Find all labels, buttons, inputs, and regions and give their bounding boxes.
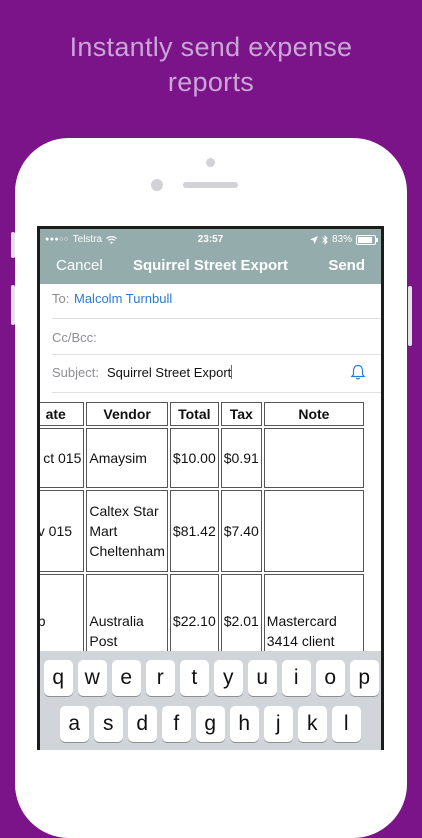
keyboard-row-2: a s d f g h j k l — [60, 706, 361, 742]
key-g[interactable]: g — [196, 706, 225, 742]
cc-bcc-label: Cc/Bcc: — [52, 330, 97, 345]
header-tax: Tax — [220, 402, 262, 426]
battery-icon — [356, 234, 378, 245]
phone-power-button — [408, 286, 412, 346]
location-arrow-icon — [309, 235, 318, 244]
cell-tax: $0.91 — [220, 428, 262, 488]
key-w[interactable]: w — [78, 660, 107, 696]
cell-vendor: Caltex Star Mart Cheltenham — [86, 490, 168, 572]
header-vendor: Vendor — [86, 402, 168, 426]
cell-note — [263, 490, 364, 572]
table-header-row: ate Vendor Total Tax Note — [40, 402, 364, 426]
cell-vendor: Australia Post — [86, 574, 168, 660]
to-field[interactable]: To: Malcolm Turnbull — [52, 284, 381, 319]
keyboard: q w e r t y u i o p a s d f g h j k l — [40, 651, 381, 750]
front-camera — [151, 179, 163, 191]
phone-screen: ●●●○○ Telstra 23:57 83% Cancel Squirrel … — [37, 226, 384, 750]
headline: Instantly send expense reports — [0, 30, 422, 100]
table-row: ov 015 Caltex Star Mart Cheltenham $81.4… — [40, 490, 364, 572]
subject-label: Subject: — [52, 365, 99, 380]
key-y[interactable]: y — [214, 660, 243, 696]
key-p[interactable]: p — [350, 660, 379, 696]
header-total: Total — [169, 402, 219, 426]
phone-earpiece — [183, 182, 238, 188]
key-o[interactable]: o — [316, 660, 345, 696]
key-a[interactable]: a — [60, 706, 89, 742]
key-e[interactable]: e — [112, 660, 141, 696]
subject-text: Squirrel Street Export — [107, 365, 232, 380]
cc-bcc-field[interactable]: Cc/Bcc: — [52, 318, 381, 355]
navbar: ●●●○○ Telstra 23:57 83% Cancel Squirrel … — [40, 229, 381, 284]
mail-compose-screen: ●●●○○ Telstra 23:57 83% Cancel Squirrel … — [40, 229, 381, 750]
headline-line-2: reports — [167, 67, 255, 97]
key-q[interactable]: q — [44, 660, 73, 696]
key-s[interactable]: s — [94, 706, 123, 742]
headline-line-1: Instantly send expense — [69, 32, 353, 62]
cell-date: eb — [40, 574, 85, 660]
cell-total: $22.10 — [169, 574, 219, 660]
battery-percent: 83% — [331, 234, 352, 245]
table-row: eb Australia Post $22.10 $2.01 Mastercar… — [40, 574, 364, 660]
cell-tax: $2.01 — [220, 574, 262, 660]
text-cursor — [231, 365, 233, 379]
bluetooth-icon — [322, 234, 328, 245]
to-label: To: — [52, 291, 70, 306]
key-j[interactable]: j — [264, 706, 293, 742]
phone-sensor — [206, 158, 215, 167]
subject-input[interactable]: Squirrel Street Export — [107, 365, 233, 380]
key-k[interactable]: k — [298, 706, 327, 742]
cell-total: $10.00 — [169, 428, 219, 488]
cell-total: $81.42 — [169, 490, 219, 572]
cell-vendor: Amaysim — [86, 428, 168, 488]
cell-note: Mastercard 3414 client ABC- paid by — [263, 574, 364, 660]
key-u[interactable]: u — [248, 660, 277, 696]
key-t[interactable]: t — [180, 660, 209, 696]
expense-table: ate Vendor Total Tax Note S ct 015 Amays… — [40, 400, 366, 660]
key-l[interactable]: l — [332, 706, 361, 742]
table-row: S ct 015 Amaysim $10.00 $0.91 — [40, 428, 364, 488]
send-button[interactable]: Send — [328, 257, 365, 274]
header-note: Note — [263, 402, 364, 426]
subject-field[interactable]: Subject: Squirrel Street Export — [52, 354, 381, 393]
to-recipient[interactable]: Malcolm Turnbull — [74, 291, 172, 306]
key-r[interactable]: r — [146, 660, 175, 696]
key-i[interactable]: i — [282, 660, 311, 696]
keyboard-row-1: q w e r t y u i o p — [44, 660, 379, 696]
status-bar: ●●●○○ Telstra 23:57 83% — [40, 234, 381, 248]
header-date: ate — [40, 402, 85, 426]
key-h[interactable]: h — [230, 706, 259, 742]
bell-icon[interactable] — [349, 363, 367, 381]
cell-date: ov 015 — [40, 490, 85, 572]
cell-tax: $7.40 — [220, 490, 262, 572]
cell-note — [263, 428, 364, 488]
message-body[interactable]: ate Vendor Total Tax Note S ct 015 Amays… — [40, 400, 381, 660]
cell-date: S ct 015 — [40, 428, 85, 488]
key-d[interactable]: d — [128, 706, 157, 742]
key-f[interactable]: f — [162, 706, 191, 742]
